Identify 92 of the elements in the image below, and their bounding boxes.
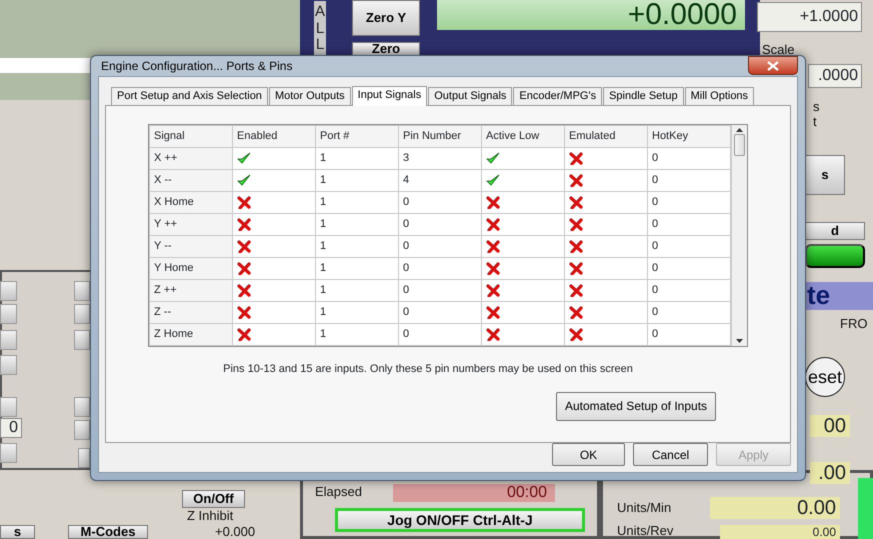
automated-setup-button[interactable]: Automated Setup of Inputs — [556, 392, 716, 420]
table-cell: X ++ — [150, 148, 232, 170]
table-cell[interactable]: 1 — [316, 148, 398, 170]
pins-note: Pins 10-13 and 15 are inputs. Only these 5 pin numbers may be used on this screen — [223, 362, 633, 377]
machine-button[interactable]: d — [805, 222, 865, 240]
column-header[interactable]: HotKey — [648, 126, 730, 148]
tab[interactable]: Output Signals — [428, 87, 512, 105]
readout-field: 0.00 — [720, 525, 840, 539]
column-header[interactable]: Pin Number — [398, 126, 482, 148]
machine-button[interactable]: On/Off — [182, 490, 245, 508]
table-cell[interactable]: 1 — [316, 192, 398, 214]
panel-label: Elapsed — [315, 484, 363, 499]
readout-field: +0.0000 — [437, 0, 745, 30]
table-cell[interactable]: 0 — [398, 280, 482, 302]
tab[interactable]: Input Signals — [352, 86, 428, 106]
table-cell[interactable]: 0 — [648, 148, 730, 170]
scrollbar[interactable] — [731, 125, 747, 346]
table-cell[interactable]: 0 — [648, 280, 730, 302]
table-cell[interactable]: 0 — [398, 324, 482, 346]
panel-banner: te — [805, 282, 873, 310]
dialog-button[interactable]: Cancel — [633, 443, 708, 466]
column-header[interactable]: Emulated — [564, 126, 648, 148]
machine-button[interactable]: s — [0, 525, 35, 539]
jog-button[interactable]: Jog ON/OFF Ctrl-Alt-J — [335, 508, 585, 532]
table-cell[interactable]: 1 — [316, 324, 398, 346]
table-cell[interactable]: 0 — [648, 236, 730, 258]
panel-label: t — [813, 115, 818, 129]
readout-field: .0000 — [808, 64, 862, 88]
tab[interactable]: Mill Options — [684, 87, 754, 105]
readout-field: +1.0000 — [757, 2, 862, 32]
column-header[interactable]: Active Low — [482, 126, 564, 148]
column-header[interactable]: Port # — [316, 126, 398, 148]
reset-button[interactable]: eset — [805, 357, 845, 397]
table-cell: Z Home — [150, 324, 232, 346]
table-cell: Y -- — [150, 236, 232, 258]
panel-label: Scale — [762, 42, 796, 58]
close-button[interactable] — [748, 56, 798, 75]
scrollbar-thumb[interactable] — [734, 134, 745, 156]
scroll-down-icon[interactable] — [736, 339, 743, 343]
panel-background — [858, 478, 873, 539]
machine-button[interactable]: M-Codes — [68, 525, 148, 539]
tab[interactable]: Encoder/MPG's — [513, 87, 602, 105]
machine-button[interactable]: s — [805, 155, 845, 195]
table-cell[interactable]: 4 — [398, 170, 482, 192]
close-icon — [767, 60, 779, 70]
table-cell[interactable]: 1 — [316, 236, 398, 258]
table-cell: Y Home — [150, 258, 232, 280]
machine-button[interactable]: Zero — [352, 42, 420, 56]
panel-label: FRO — [840, 316, 868, 332]
readout-field: 00 — [810, 415, 850, 437]
table-cell[interactable]: 1 — [316, 280, 398, 302]
table-cell[interactable]: 0 — [648, 192, 730, 214]
readout-field: 0 — [0, 418, 22, 438]
table-cell[interactable]: 0 — [648, 170, 730, 192]
panel-label: Z Inhibit — [187, 508, 234, 523]
table-cell[interactable]: 0 — [398, 236, 482, 258]
column-header[interactable]: Signal — [150, 126, 232, 148]
table-cell[interactable]: 1 — [316, 302, 398, 324]
table-cell[interactable]: 0 — [398, 258, 482, 280]
table-cell[interactable]: 0 — [648, 258, 730, 280]
table-cell[interactable]: 3 — [398, 148, 482, 170]
table-cell[interactable]: 0 — [648, 302, 730, 324]
panel-label: Units/Rev — [617, 524, 674, 537]
table-cell[interactable]: 1 — [316, 214, 398, 236]
table-cell[interactable]: 0 — [648, 214, 730, 236]
timer-field: 00:00 — [393, 484, 555, 502]
table-cell: X Home — [150, 192, 232, 214]
table-cell: Z ++ — [150, 280, 232, 302]
column-header[interactable]: Enabled — [232, 126, 316, 148]
panel-label: +0.000 — [215, 524, 256, 539]
machine-button[interactable]: Zero Y — [352, 0, 420, 36]
table-cell[interactable]: 1 — [316, 170, 398, 192]
table-cell[interactable]: 0 — [398, 302, 482, 324]
tab[interactable]: Motor Outputs — [268, 87, 351, 105]
table-cell[interactable]: 0 — [398, 192, 482, 214]
scroll-up-icon[interactable] — [736, 128, 743, 132]
dialog-button[interactable]: OK — [552, 443, 625, 466]
readout-field: 0.00 — [710, 497, 840, 519]
table-cell: Z -- — [150, 302, 232, 324]
table-cell[interactable]: 1 — [316, 258, 398, 280]
machine-button[interactable] — [805, 244, 865, 268]
tab[interactable]: Spindle Setup — [603, 87, 684, 105]
window-title: Engine Configuration... Ports & Pins — [101, 58, 292, 75]
readout-field: .00 — [810, 462, 850, 484]
table-cell: Y ++ — [150, 214, 232, 236]
tab[interactable]: Port Setup and Axis Selection — [111, 87, 268, 105]
table-cell[interactable]: 0 — [648, 324, 730, 346]
panel-label: Units/Min — [617, 500, 672, 516]
table-cell: X -- — [150, 170, 232, 192]
panel-label: s — [813, 100, 820, 114]
panel-label: ALL — [314, 1, 326, 57]
table-cell[interactable]: 0 — [398, 214, 482, 236]
